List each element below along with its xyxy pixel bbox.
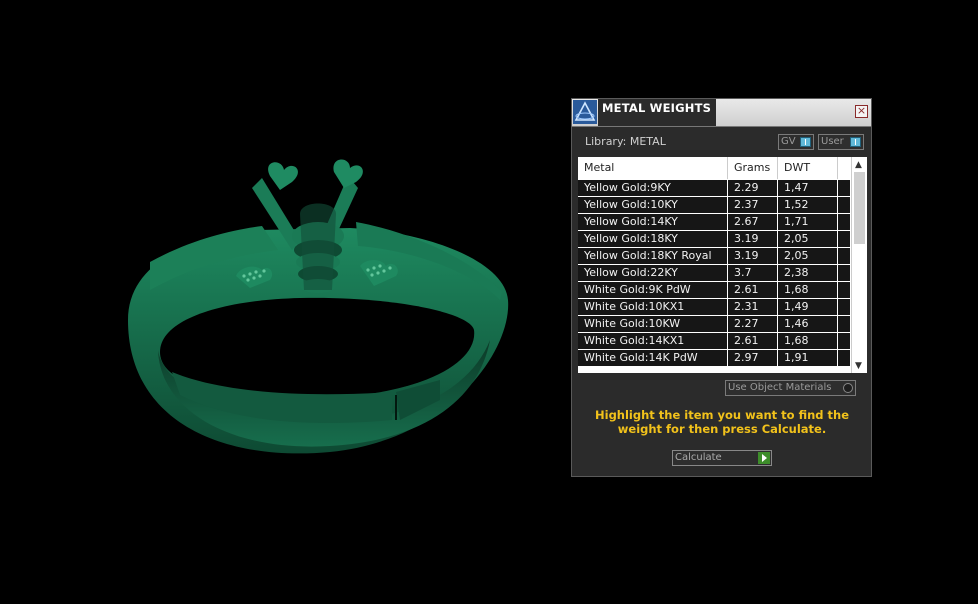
- table-header: Metal Grams DWT: [578, 157, 850, 179]
- dwt-cell: 1,49: [778, 299, 838, 315]
- pyramid-logo-icon: [573, 100, 597, 124]
- blank-cell: [838, 333, 850, 349]
- grams-cell: 3.19: [728, 231, 778, 247]
- blank-cell: [838, 214, 850, 230]
- calculate-button[interactable]: Calculate: [672, 450, 772, 466]
- table-row[interactable]: White Gold:10KW 2.27 1,46: [578, 316, 850, 333]
- grams-cell: 2.67: [728, 214, 778, 230]
- grams-cell: 2.31: [728, 299, 778, 315]
- table-row[interactable]: Yellow Gold:9KY 2.29 1,47: [578, 180, 850, 197]
- grams-cell: 2.37: [728, 197, 778, 213]
- table-row[interactable]: Yellow Gold:18KY 3.19 2,05: [578, 231, 850, 248]
- blank-cell: [838, 180, 850, 196]
- instruction-text: Highlight the item you want to find the …: [595, 408, 849, 436]
- metal-cell: White Gold:14KX1: [578, 333, 728, 349]
- table-row[interactable]: Yellow Gold:10KY 2.37 1,52: [578, 197, 850, 214]
- metal-cell: Yellow Gold:18KY: [578, 231, 728, 247]
- blank-cell: [838, 231, 850, 247]
- 3d-viewport[interactable]: [0, 0, 560, 604]
- blank-cell: [838, 265, 850, 281]
- table-scrollbar[interactable]: ▲ ▼: [851, 157, 867, 373]
- metal-cell: White Gold:9K PdW: [578, 282, 728, 298]
- column-header-metal[interactable]: Metal: [578, 157, 728, 179]
- panel-title: METAL WEIGHTS: [602, 101, 712, 115]
- table-row[interactable]: White Gold:9K PdW 2.61 1,68: [578, 282, 850, 299]
- dwt-cell: 2,38: [778, 265, 838, 281]
- table-row[interactable]: Yellow Gold:22KY 3.7 2,38: [578, 265, 850, 282]
- blank-cell: [838, 248, 850, 264]
- gv-toggle-label: GV: [781, 136, 796, 147]
- user-toggle[interactable]: User: [818, 134, 864, 150]
- table-row[interactable]: Yellow Gold:14KY 2.67 1,71: [578, 214, 850, 231]
- play-arrow-icon: [758, 452, 770, 464]
- grams-cell: 2.61: [728, 282, 778, 298]
- dwt-cell: 1,71: [778, 214, 838, 230]
- metal-cell: Yellow Gold:18KY Royal: [578, 248, 728, 264]
- grams-cell: 3.7: [728, 265, 778, 281]
- blank-cell: [838, 350, 850, 366]
- toggle-knob-icon: [800, 137, 811, 147]
- dwt-cell: 1,68: [778, 282, 838, 298]
- metal-cell: White Gold:14K PdW: [578, 350, 728, 366]
- use-object-materials-label: Use Object Materials: [728, 382, 832, 393]
- dwt-cell: 2,05: [778, 231, 838, 247]
- grams-cell: 2.29: [728, 180, 778, 196]
- close-icon[interactable]: ×: [855, 105, 868, 118]
- ring-model: [128, 159, 509, 454]
- use-object-materials-toggle[interactable]: Use Object Materials: [725, 380, 856, 396]
- metal-cell: Yellow Gold:22KY: [578, 265, 728, 281]
- column-header-grams[interactable]: Grams: [728, 157, 778, 179]
- dwt-cell: 1,47: [778, 180, 838, 196]
- radio-icon: [843, 383, 853, 393]
- column-header-dwt[interactable]: DWT: [778, 157, 838, 179]
- blank-cell: [838, 316, 850, 332]
- dwt-cell: 1,46: [778, 316, 838, 332]
- scroll-thumb[interactable]: [854, 172, 865, 244]
- grams-cell: 2.61: [728, 333, 778, 349]
- table-row[interactable]: White Gold:10KX1 2.31 1,49: [578, 299, 850, 316]
- dwt-cell: 2,05: [778, 248, 838, 264]
- blank-cell: [838, 282, 850, 298]
- panel-titlebar[interactable]: METAL WEIGHTS ×: [572, 99, 871, 127]
- toggle-knob-icon: [850, 137, 861, 147]
- metal-cell: Yellow Gold:9KY: [578, 180, 728, 196]
- grams-cell: 2.97: [728, 350, 778, 366]
- grams-cell: 2.27: [728, 316, 778, 332]
- dwt-cell: 1,91: [778, 350, 838, 366]
- table-row[interactable]: Yellow Gold:18KY Royal 3.19 2,05: [578, 248, 850, 265]
- table-row[interactable]: White Gold:14KX1 2.61 1,68: [578, 333, 850, 350]
- blank-cell: [838, 197, 850, 213]
- library-label: Library: METAL: [585, 135, 666, 148]
- scroll-down-arrow-icon[interactable]: ▼: [855, 361, 862, 371]
- table-row[interactable]: White Gold:14K PdW 2.97 1,91: [578, 350, 850, 367]
- scroll-up-arrow-icon[interactable]: ▲: [855, 160, 862, 170]
- metal-cell: White Gold:10KX1: [578, 299, 728, 315]
- metal-cell: White Gold:10KW: [578, 316, 728, 332]
- metal-table[interactable]: Metal Grams DWT Yellow Gold:9KY 2.29 1,47 Y…: [578, 157, 867, 373]
- metal-cell: Yellow Gold:10KY: [578, 197, 728, 213]
- dwt-cell: 1,68: [778, 333, 838, 349]
- dwt-cell: 1,52: [778, 197, 838, 213]
- user-toggle-label: User: [821, 136, 844, 147]
- metal-weights-panel: METAL WEIGHTS × Library: METAL GV User M…: [571, 98, 872, 477]
- blank-cell: [838, 299, 850, 315]
- metal-cell: Yellow Gold:14KY: [578, 214, 728, 230]
- table-rows: Yellow Gold:9KY 2.29 1,47 Yellow Gold:10KY 2…: [578, 180, 850, 367]
- gv-toggle[interactable]: GV: [778, 134, 814, 150]
- calculate-label: Calculate: [675, 452, 722, 463]
- grams-cell: 3.19: [728, 248, 778, 264]
